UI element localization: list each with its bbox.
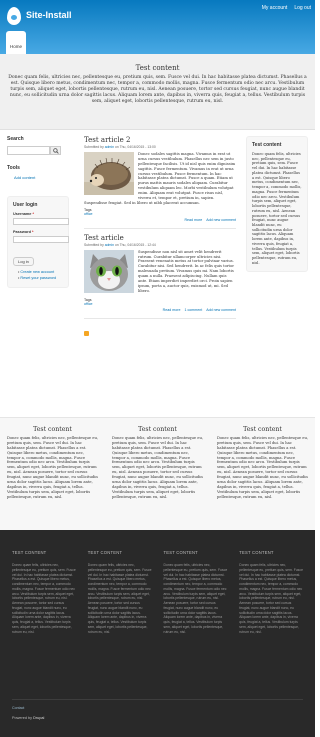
article-links: Read more Add new comment: [84, 218, 236, 229]
username-label: Username *: [13, 212, 34, 216]
footer-columns: TEST CONTENT Donec quam felis, ultricies…: [12, 550, 303, 700]
footer-column-text: Donec quam felis, ultricies nec, pellent…: [163, 563, 228, 634]
search-form: [7, 146, 69, 155]
powered-by: Powered by Drupal: [12, 716, 45, 720]
user-login-block: User login Username * Password * Log in …: [7, 196, 69, 288]
footer-column: TEST CONTENT Donec quam felis, ultricies…: [164, 550, 228, 699]
triptych-title: Test content: [138, 426, 177, 433]
user-login-title: User login: [13, 202, 38, 208]
rss-feed-icon[interactable]: [84, 330, 89, 336]
footer-column-title: TEST CONTENT: [239, 550, 274, 555]
log-in-button[interactable]: Log in: [13, 257, 34, 266]
article-title[interactable]: Test article 2: [84, 136, 236, 144]
add-content-link[interactable]: Add content: [14, 175, 69, 180]
featured-text: Donec quam felis, ultricies nec, pellent…: [8, 75, 307, 104]
main-region: Search Tools Add content User login User…: [0, 130, 315, 417]
site-name[interactable]: Site-Install: [26, 10, 72, 20]
triptych-region: Test content Donec quam felis, ultricies…: [0, 417, 315, 530]
triptych-title: Test content: [33, 426, 72, 433]
triptych-first: Test content Donec quam felis, ultricies…: [7, 426, 98, 530]
create-account-link[interactable]: Create new account: [18, 270, 63, 274]
kitten-image[interactable]: [84, 249, 134, 293]
author-link[interactable]: admin: [105, 243, 114, 247]
drupal-logo-icon[interactable]: [7, 7, 21, 25]
search-block-title: Search: [7, 136, 24, 142]
footer-column-text: Donec quam felis, ultricies nec, pellent…: [239, 563, 303, 634]
tag-link[interactable]: office: [84, 212, 236, 216]
footer-column-title: TEST CONTENT: [12, 550, 47, 555]
sidebar-second-text: Donec quam felis, ultricies nec, pellent…: [252, 152, 302, 265]
main-menu-label: Home: [10, 44, 23, 49]
footer-column-title: TEST CONTENT: [163, 550, 198, 555]
search-button[interactable]: [50, 146, 61, 155]
article-meta: Submitted by admin on Thu, 04/16/2015 - …: [84, 242, 156, 247]
secondary-menu: My account Log out: [262, 5, 311, 11]
footer-column: TEST CONTENT Donec quam felis, ultricies…: [12, 550, 76, 699]
footer-column-text: Donec quam felis, ultricies nec, pellent…: [87, 563, 152, 634]
drupal-link[interactable]: Drupal: [33, 716, 44, 720]
footer-column: TEST CONTENT Donec quam felis, ultricies…: [88, 550, 152, 699]
article-teaser: Test article Submitted by admin on Thu, …: [84, 234, 236, 319]
contact-link[interactable]: Contact: [12, 706, 303, 710]
triptych-title: Test content: [243, 426, 282, 433]
read-more-link[interactable]: Read more: [163, 308, 181, 312]
search-input[interactable]: [7, 146, 50, 155]
featured-title: Test content: [135, 64, 180, 72]
article-meta: Submitted by admin on Thu, 04/16/2015 - …: [84, 145, 156, 149]
add-comment-link[interactable]: Add new comment: [206, 308, 236, 312]
triptych-last: Test content Donec quam felis, ultricies…: [217, 426, 308, 530]
sidebar-second-title: Test content: [252, 142, 282, 148]
article-links: Read more 1 comment Add new comment: [84, 308, 236, 319]
sidebar-second: Test content Donec quam felis, ultricies…: [246, 136, 308, 272]
content-region: Test article 2 Submitted by admin on Thu…: [84, 136, 236, 336]
article-title[interactable]: Test article: [84, 234, 236, 242]
reset-password-link[interactable]: Reset your password: [18, 276, 63, 280]
my-account-link[interactable]: My account: [262, 5, 288, 11]
article-tags: Tags office: [84, 296, 236, 306]
triptych-text: Donec quam felis, ultricies nec, pellent…: [217, 436, 308, 499]
tag-link[interactable]: office: [84, 302, 236, 306]
article-tags: Tags office: [84, 206, 236, 216]
site-header: Site-Install My account Log out Home: [0, 0, 315, 54]
password-field[interactable]: [13, 236, 69, 243]
featured-region: Test content Donec quam felis, ultricies…: [0, 54, 315, 130]
footer-column: TEST CONTENT Donec quam felis, ultricies…: [239, 550, 303, 699]
search-icon: [52, 147, 59, 154]
log-out-link[interactable]: Log out: [294, 5, 311, 11]
footer-column-title: TEST CONTENT: [87, 550, 123, 555]
username-field[interactable]: [13, 218, 69, 225]
footer-region: TEST CONTENT Donec quam felis, ultricies…: [0, 530, 315, 737]
user-links: Create new account Reset your password: [18, 270, 63, 280]
triptych-text: Donec quam felis, ultricies nec, pellent…: [7, 436, 98, 499]
footer-column-text: Donec quam felis, ultricies nec, pellent…: [12, 563, 76, 634]
hedgehog-image[interactable]: [84, 152, 134, 195]
sidebar-first: Search Tools Add content User login User…: [7, 136, 69, 288]
main-menu-tab-home[interactable]: Home: [6, 31, 27, 54]
comment-count-link[interactable]: 1 comment: [184, 308, 202, 312]
author-link[interactable]: admin: [105, 145, 114, 149]
add-comment-link[interactable]: Add new comment: [206, 218, 236, 222]
triptych-middle: Test content Donec quam felis, ultricies…: [112, 426, 203, 530]
password-label: Password *: [13, 230, 34, 234]
read-more-link[interactable]: Read more: [184, 218, 202, 222]
article-teaser: Test article 2 Submitted by admin on Thu…: [84, 136, 236, 229]
triptych-text: Donec quam felis, ultricies nec, pellent…: [112, 436, 203, 499]
tools-block-title: Tools: [7, 165, 20, 171]
